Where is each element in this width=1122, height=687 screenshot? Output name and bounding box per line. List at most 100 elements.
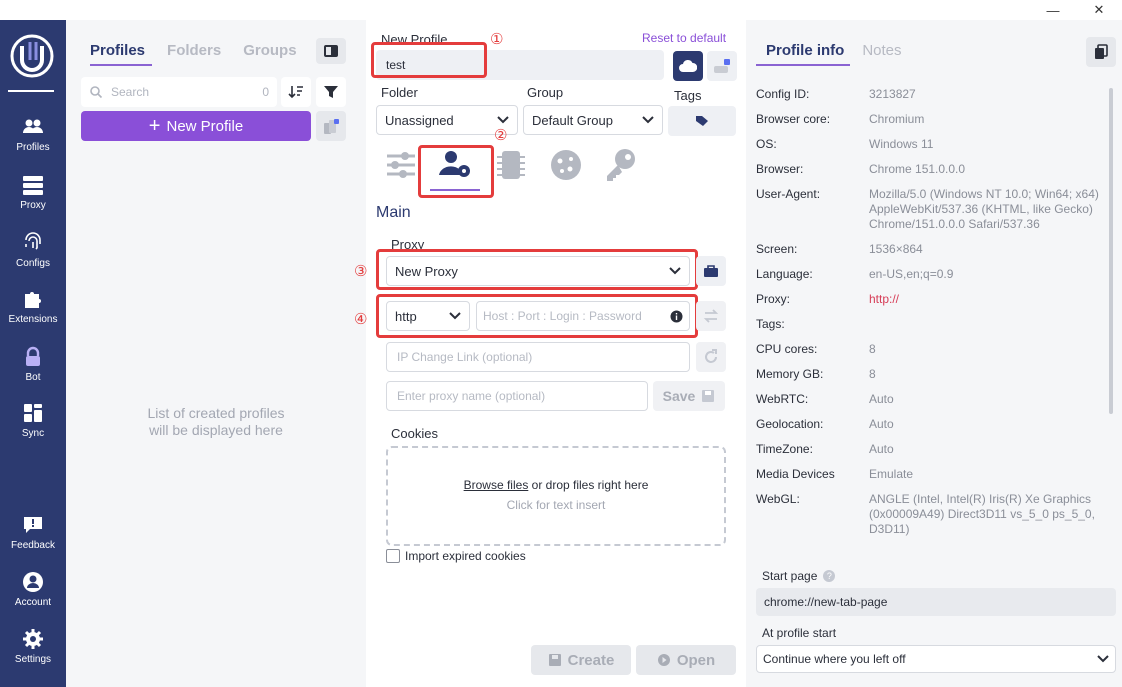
create-button[interactable]: Create (531, 645, 631, 675)
sidebar-item-proxy[interactable]: Proxy (0, 174, 66, 211)
annotation-box-3 (376, 249, 698, 290)
sidebar-item-sync[interactable]: Sync (0, 402, 66, 439)
refresh-ip-button[interactable] (696, 342, 726, 372)
tab-groups[interactable]: Groups (243, 42, 296, 59)
tab-profile-info[interactable]: Profile info (766, 42, 844, 59)
info-scrollbar[interactable] (1109, 88, 1113, 414)
tab-folders[interactable]: Folders (167, 42, 221, 59)
sidebar-item-label: Bot (25, 372, 41, 383)
tab-hardware[interactable] (491, 145, 531, 185)
ip-change-link-input[interactable]: IP Change Link (optional) (386, 342, 690, 372)
briefcase-icon (704, 265, 718, 277)
tags-button[interactable] (668, 106, 736, 136)
info-value: 8 (869, 367, 876, 381)
info-value: Emulate (869, 467, 914, 481)
sidebar-item-label: Sync (21, 428, 45, 439)
active-tab-indicator (90, 64, 152, 66)
puzzle-icon (25, 292, 41, 308)
group-label: Group (527, 85, 564, 100)
minimize-button[interactable]: — (1030, 0, 1076, 20)
active-tab-indicator (756, 64, 850, 66)
help-icon[interactable]: ? (823, 570, 836, 582)
start-page-input[interactable]: chrome://new-tab-page (756, 588, 1116, 616)
annotation-marker-1: ① (490, 31, 504, 48)
sidebar-item-label: Profiles (16, 142, 50, 153)
info-key: TimeZone: (756, 442, 813, 456)
save-proxy-button[interactable]: Save (653, 381, 725, 411)
copy-icon (1095, 44, 1108, 59)
chevron-down-icon (642, 116, 654, 124)
tab-cookies[interactable] (546, 145, 586, 185)
open-button[interactable]: Open (636, 645, 736, 675)
group-select[interactable]: Default Group (523, 105, 663, 135)
tab-notes[interactable]: Notes (862, 42, 901, 59)
sidebar-item-bot[interactable]: Bot (0, 346, 66, 383)
import-expired-checkbox[interactable] (386, 549, 400, 563)
drop-text: or drop files right here (528, 478, 649, 492)
at-profile-start-label: At profile start (762, 626, 837, 640)
start-page-label: Start page (762, 569, 818, 583)
copy-info-button[interactable] (1086, 37, 1116, 67)
sidebar-item-profiles[interactable]: Profiles (0, 116, 66, 153)
create-label: Create (567, 651, 615, 669)
proxy-icon (23, 176, 43, 195)
lock-icon (26, 346, 40, 366)
profile-info-panel: Profile info Notes Config ID: 3213827 Bro… (746, 20, 1122, 687)
sidebar-item-extensions[interactable]: Extensions (0, 288, 66, 325)
feedback-icon (24, 517, 42, 533)
tab-passwords[interactable] (601, 145, 641, 185)
reset-to-default-link[interactable]: Reset to default (642, 31, 726, 45)
click-text-insert[interactable]: Click for text insert (388, 498, 724, 512)
annotation-marker-4: ④ (354, 311, 368, 328)
search-input[interactable]: Search 0 (81, 77, 277, 107)
folder-label: Folder (381, 85, 418, 100)
info-tabs: Profile info Notes (756, 42, 902, 66)
sync-icon (24, 404, 42, 422)
info-key: WebRTC: (756, 392, 809, 406)
proxy-name-placeholder: Enter proxy name (optional) (397, 389, 546, 403)
sort-button[interactable] (281, 77, 311, 107)
search-icon (90, 86, 103, 99)
info-value: ANGLE (Intel, Intel(R) Iris(R) Xe Graphi… (869, 492, 1095, 536)
sidebar-panel-icon (324, 45, 338, 57)
info-value: 3213827 (869, 87, 916, 101)
sidebar-item-account[interactable]: Account (0, 571, 66, 608)
info-key: Geolocation: (756, 417, 824, 431)
info-key: WebGL: (756, 492, 800, 506)
new-profile-label: New Profile (166, 117, 244, 135)
info-key: Memory GB: (756, 367, 824, 381)
tab-general-settings[interactable] (381, 145, 421, 185)
filter-button[interactable] (316, 77, 346, 107)
import-expired-label: Import expired cookies (405, 549, 526, 563)
info-key: User-Agent: (756, 187, 821, 201)
ip-change-placeholder: IP Change Link (optional) (397, 350, 533, 364)
close-button[interactable]: ✕ (1076, 0, 1122, 20)
info-key: Browser core: (756, 112, 831, 126)
sidebar-item-configs[interactable]: Configs (0, 232, 66, 269)
new-profile-button[interactable]: + New Profile (81, 111, 311, 141)
at-profile-start-select[interactable]: Continue where you left off (756, 645, 1116, 673)
batch-create-button[interactable] (316, 111, 346, 141)
info-key: Proxy: (756, 292, 791, 306)
proxy-manager-button[interactable] (696, 256, 726, 286)
chip-icon (497, 151, 525, 179)
at-profile-start-value: Continue where you left off (763, 652, 906, 666)
profiles-tabs: Profiles Folders Groups (90, 42, 297, 66)
start-page-value: chrome://new-tab-page (764, 595, 888, 609)
panel-toggle-button[interactable] (316, 38, 346, 64)
info-value: Auto (869, 392, 894, 406)
local-storage-button[interactable] (707, 51, 737, 81)
sidebar-item-feedback[interactable]: Feedback (0, 514, 66, 551)
tag-icon (696, 116, 708, 126)
cookies-dropzone[interactable]: Browse files or drop files right here Cl… (386, 446, 726, 546)
sidebar-item-settings[interactable]: Settings (0, 628, 66, 665)
info-key: Tags: (756, 317, 785, 331)
app-sidebar: Profiles Proxy Configs Extensions Bot Sy… (0, 20, 66, 687)
swap-button[interactable] (696, 301, 726, 331)
tab-profiles[interactable]: Profiles (90, 42, 145, 59)
proxy-name-input[interactable]: Enter proxy name (optional) (386, 381, 648, 411)
browse-files-link[interactable]: Browse files (464, 478, 529, 492)
cloud-profile-button[interactable] (673, 51, 703, 81)
info-key: Media Devices (756, 467, 835, 481)
account-icon (23, 572, 43, 592)
